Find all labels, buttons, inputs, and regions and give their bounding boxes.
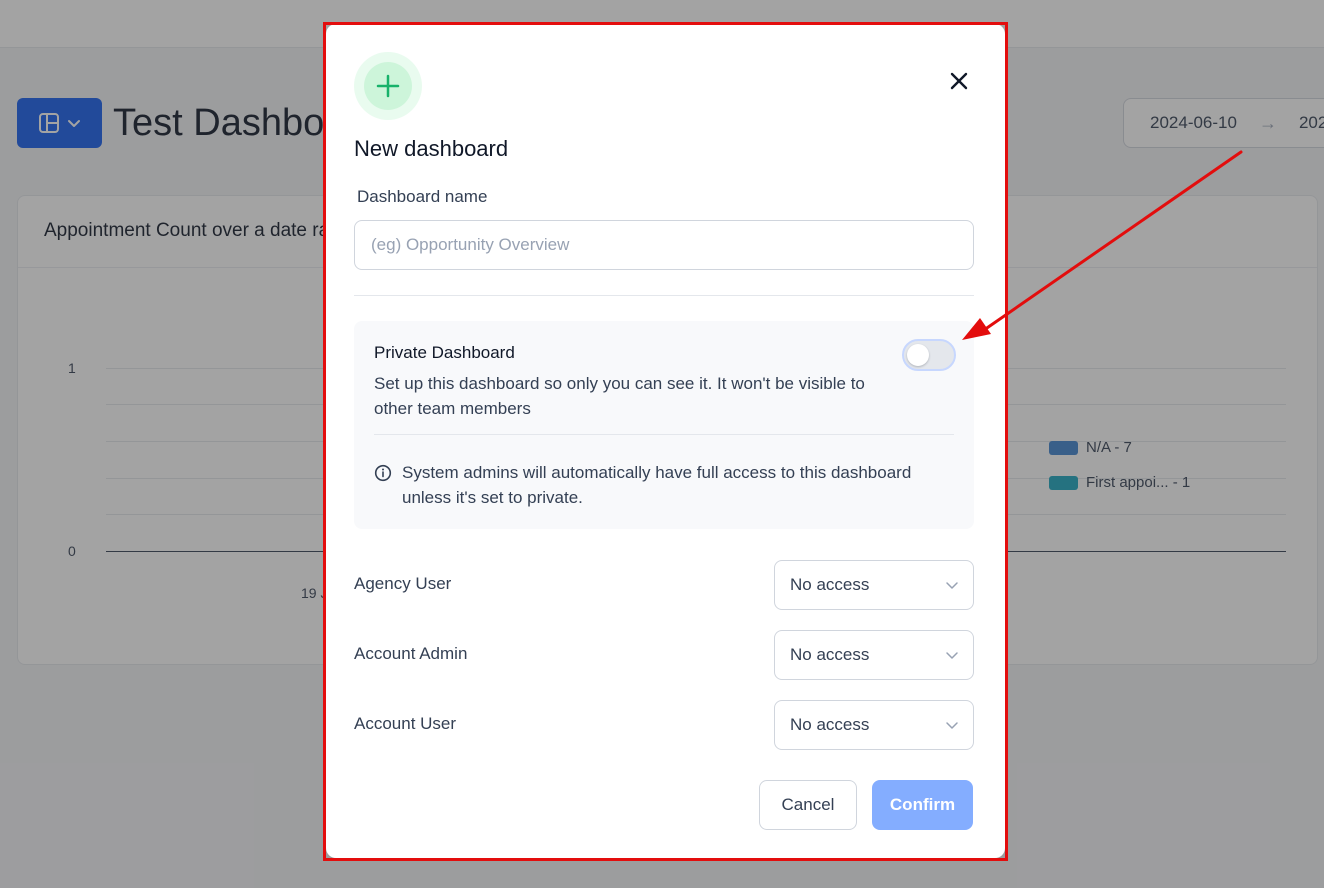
modal-icon bbox=[354, 52, 422, 120]
chevron-down-icon bbox=[946, 652, 958, 659]
select-value: No access bbox=[790, 575, 870, 594]
agency-user-access-select[interactable]: No access bbox=[774, 560, 974, 610]
private-dashboard-title: Private Dashboard bbox=[374, 343, 515, 362]
permission-row-account-user: Account User No access bbox=[354, 700, 974, 750]
select-value: No access bbox=[790, 645, 870, 664]
chevron-down-icon bbox=[946, 722, 958, 729]
dashboard-name-input[interactable] bbox=[354, 220, 974, 270]
private-dashboard-section: Private Dashboard Set up this dashboard … bbox=[354, 321, 974, 529]
select-value: No access bbox=[790, 715, 870, 734]
info-icon bbox=[374, 464, 392, 482]
permission-row-account-admin: Account Admin No access bbox=[354, 630, 974, 680]
confirm-button[interactable]: Confirm bbox=[872, 780, 973, 830]
private-dashboard-description: Set up this dashboard so only you can se… bbox=[374, 374, 865, 418]
private-dashboard-toggle[interactable] bbox=[902, 339, 956, 371]
cancel-button[interactable]: Cancel bbox=[759, 780, 857, 830]
plus-icon bbox=[376, 74, 400, 98]
toggle-knob bbox=[907, 344, 929, 366]
chevron-down-icon bbox=[946, 582, 958, 589]
modal-title: New dashboard bbox=[354, 136, 509, 161]
permission-role-label: Agency User bbox=[354, 574, 452, 593]
account-user-access-select[interactable]: No access bbox=[774, 700, 974, 750]
account-admin-access-select[interactable]: No access bbox=[774, 630, 974, 680]
dashboard-name-label: Dashboard name bbox=[357, 187, 488, 206]
permission-row-agency-user: Agency User No access bbox=[354, 560, 974, 610]
section-divider bbox=[354, 295, 974, 296]
permission-role-label: Account User bbox=[354, 714, 457, 733]
new-dashboard-modal: New dashboard Dashboard name Private Das… bbox=[326, 24, 1005, 858]
close-icon bbox=[950, 72, 968, 90]
admin-access-info: System admins will automatically have fu… bbox=[402, 463, 912, 507]
close-button[interactable] bbox=[946, 68, 972, 94]
section-divider bbox=[374, 434, 954, 435]
permission-role-label: Account Admin bbox=[354, 644, 468, 663]
